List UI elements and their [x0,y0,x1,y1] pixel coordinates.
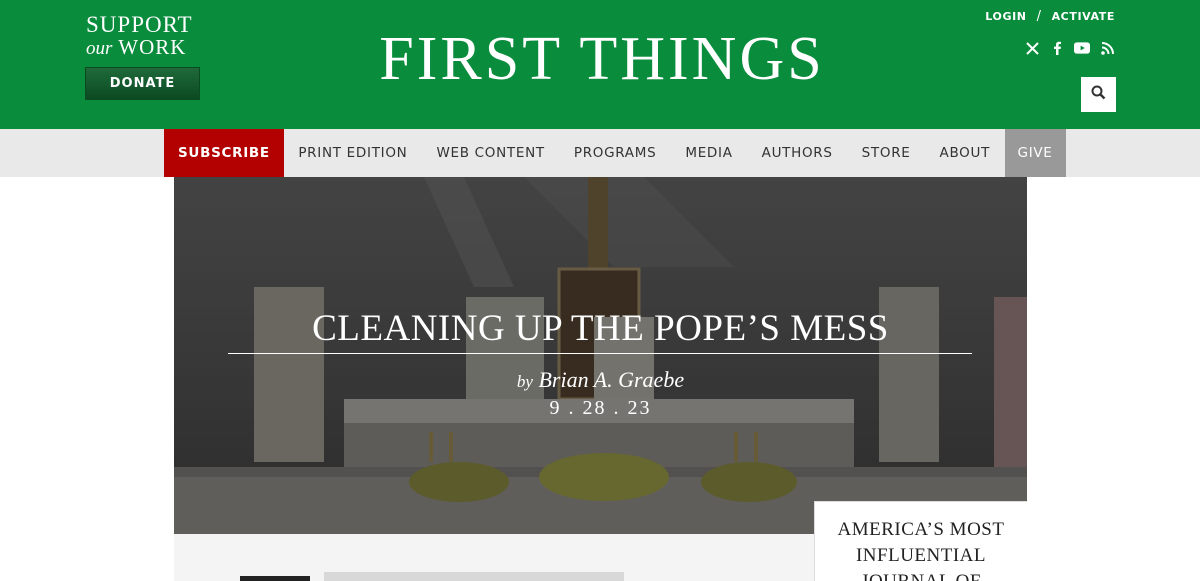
search-icon [1091,85,1106,105]
hero-byline: by Brian A. Graebe [516,367,685,392]
youtube-icon[interactable] [1074,40,1090,56]
main-nav: SUBSCRIBE PRINT EDITION WEB CONTENT PROG… [0,129,1200,177]
support-text: SUPPORT [86,12,193,37]
facebook-icon[interactable] [1049,40,1065,56]
activate-link[interactable]: ACTIVATE [1052,10,1115,23]
nav-item-about[interactable]: ABOUT [925,129,1005,177]
nav-item-give[interactable]: GIVE [1004,129,1066,177]
hero-article[interactable]: CLEANING UP THE POPE’S MESS by Brian A. … [174,177,1027,534]
search-button[interactable] [1081,77,1116,112]
social-links [1024,40,1115,56]
nav-item-subscribe[interactable]: SUBSCRIBE [164,129,284,177]
nav-item-media[interactable]: MEDIA [671,129,747,177]
nav-item-programs[interactable]: PROGRAMS [559,129,671,177]
hero-divider [228,353,972,354]
login-link[interactable]: LOGIN [985,10,1026,23]
hero-date: 9 . 28 . 23 [549,397,652,419]
nav-item-web-content[interactable]: WEB CONTENT [422,129,559,177]
hero-photo [174,177,1027,534]
donate-button[interactable]: DONATE [85,67,200,100]
promo-box: AMERICA’S MOST INFLUENTIAL JOURNAL OF [814,501,1027,581]
x-icon[interactable] [1024,40,1040,56]
drop-cap [240,576,310,581]
promo-line-1: AMERICA’S MOST [837,519,1005,540]
site-logo[interactable]: FIRST THINGS [360,24,844,94]
account-separator: / [1036,9,1042,24]
nav-item-authors[interactable]: AUTHORS [747,129,847,177]
promo-line-3: JOURNAL OF [815,569,1027,581]
our-work-text: our WORK [86,35,187,59]
article-preview [174,534,814,581]
promo-line-2: INFLUENTIAL [855,545,987,566]
nav-item-store[interactable]: STORE [847,129,925,177]
article-text-preview [324,572,624,581]
site-header: SUPPORT our WORK DONATE FIRST THINGS LOG… [0,0,1200,129]
hero-title[interactable]: CLEANING UP THE POPE’S MESS [174,307,1027,351]
support-our-work-link[interactable]: SUPPORT our WORK [86,12,200,60]
rss-icon[interactable] [1099,40,1115,56]
nav-item-print-edition[interactable]: PRINT EDITION [284,129,422,177]
account-links: LOGIN / ACTIVATE [985,9,1115,24]
hero-author[interactable]: Brian A. Graebe [538,367,684,392]
